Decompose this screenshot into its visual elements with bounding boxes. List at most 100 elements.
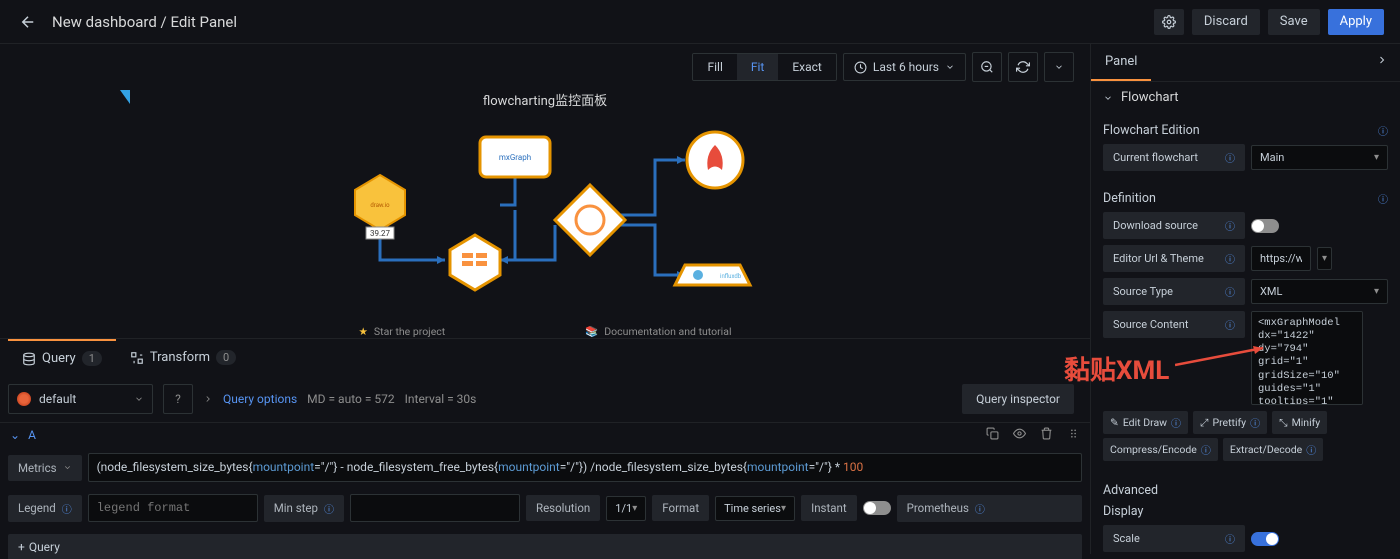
docs-link[interactable]: 📚Documentation and tutorial [585, 325, 731, 338]
plus-icon: + [18, 540, 25, 554]
info-icon[interactable]: ⓘ [62, 501, 72, 516]
node-value: 39.27 [370, 229, 391, 238]
time-range-label: Last 6 hours [873, 60, 939, 74]
refresh-button[interactable] [1008, 52, 1038, 82]
md-meta: MD = auto = 572 [307, 392, 394, 406]
star-icon: ★ [358, 325, 367, 338]
refresh-interval-button[interactable] [1044, 52, 1074, 82]
resolution-select[interactable]: 1/1▾ [606, 496, 646, 521]
app-header: New dashboard / Edit Panel Discard Save … [0, 0, 1400, 44]
advanced-header: Advanced [1103, 477, 1388, 504]
metrics-label: Metrics [8, 455, 82, 481]
query-fields-row2: Legendⓘ Min stepⓘ Resolution 1/1▾ Format… [0, 488, 1090, 528]
current-flowchart-label: Current flowchartⓘ [1103, 144, 1245, 171]
tab-query[interactable]: Query 1 [8, 339, 116, 376]
discard-button[interactable]: Discard [1192, 9, 1260, 35]
legend-input[interactable] [88, 494, 258, 522]
apply-button[interactable]: Apply [1328, 9, 1384, 35]
chevron-down-icon [134, 394, 144, 404]
back-icon[interactable] [16, 10, 40, 34]
info-icon[interactable]: ⓘ [1250, 415, 1260, 430]
svg-text:influxdb: influxdb [720, 273, 742, 280]
extract-decode-button[interactable]: Extract/Decodeⓘ [1223, 438, 1323, 461]
datasource-help-button[interactable]: ? [163, 384, 193, 414]
star-project-link[interactable]: ★Star the project [358, 325, 445, 338]
zoom-out-button[interactable] [972, 52, 1002, 82]
prometheus-icon [17, 392, 31, 406]
collapse-toggle[interactable]: ⌄ [10, 428, 20, 442]
instant-toggle[interactable] [863, 501, 891, 515]
info-icon[interactable]: ⓘ [975, 501, 985, 516]
zoom-out-icon [980, 60, 994, 74]
query-options-link[interactable]: Query options [223, 392, 297, 406]
compress-encode-button[interactable]: Compress/Encodeⓘ [1103, 438, 1218, 461]
info-icon[interactable]: ⓘ [1225, 317, 1235, 332]
info-icon[interactable]: ⓘ [1378, 123, 1388, 138]
exact-button[interactable]: Exact [778, 54, 836, 80]
drag-handle-icon[interactable] [1067, 427, 1080, 443]
tab-transform[interactable]: Transform 0 [116, 339, 250, 376]
time-range-button[interactable]: Last 6 hours [843, 53, 966, 81]
chevron-down-icon [63, 463, 72, 472]
duplicate-icon[interactable] [986, 427, 999, 443]
minstep-input[interactable] [350, 494, 520, 522]
chevron-right-icon[interactable] [203, 394, 213, 404]
edition-header: Flowchart Editionⓘ [1103, 117, 1388, 144]
display-header: Display [1103, 504, 1388, 525]
current-flowchart-select[interactable]: Main▾ [1251, 145, 1388, 170]
panel-corner-marker [120, 90, 130, 104]
info-icon[interactable]: ⓘ [1306, 442, 1316, 457]
info-icon[interactable]: ⓘ [1225, 150, 1235, 165]
delete-icon[interactable] [1040, 427, 1053, 443]
info-icon[interactable]: ⓘ [1225, 218, 1235, 233]
compress-icon: ⤡ [1279, 416, 1287, 430]
fit-button[interactable]: Fit [737, 54, 778, 80]
info-icon[interactable]: ⓘ [1225, 251, 1235, 266]
query-letter[interactable]: A [28, 428, 986, 442]
breadcrumb-title: New dashboard / Edit Panel [52, 13, 237, 31]
info-icon[interactable]: ⓘ [1225, 284, 1235, 299]
info-icon[interactable]: ⓘ [1378, 191, 1388, 206]
collapse-sidebar-button[interactable] [1364, 44, 1400, 81]
clock-icon [854, 61, 867, 74]
info-icon[interactable]: ⓘ [1225, 531, 1235, 546]
database-icon [22, 352, 36, 366]
legend-label: Legendⓘ [8, 495, 82, 522]
add-query-button[interactable]: +Query [8, 534, 1082, 559]
fill-button[interactable]: Fill [693, 54, 736, 80]
scale-toggle[interactable] [1251, 532, 1279, 546]
editor-url-label: Editor Url & Themeⓘ [1103, 245, 1245, 272]
toggle-visibility-icon[interactable] [1013, 427, 1026, 443]
info-icon[interactable]: ⓘ [1171, 415, 1181, 430]
info-icon[interactable]: ⓘ [1201, 442, 1211, 457]
resolution-label: Resolution [526, 495, 600, 521]
info-icon[interactable]: ⓘ [324, 501, 334, 516]
query-inspector-button[interactable]: Query inspector [962, 384, 1074, 414]
metrics-input[interactable]: (node_filesystem_size_bytes{mountpoint="… [88, 453, 1082, 482]
editor-url-input[interactable] [1251, 246, 1311, 271]
prettify-button[interactable]: ⤢Prettifyⓘ [1193, 411, 1267, 434]
panel-tabs: Panel [1091, 44, 1400, 82]
download-source-toggle[interactable] [1251, 219, 1279, 233]
left-pane: Fill Fit Exact Last 6 hours flowcharting… [0, 44, 1091, 554]
save-button[interactable]: Save [1268, 9, 1320, 35]
theme-select[interactable]: ▾ [1317, 247, 1332, 270]
source-type-select[interactable]: XML▾ [1251, 279, 1388, 304]
chevron-right-icon [1376, 54, 1388, 66]
minify-button[interactable]: ⤡Minify [1272, 411, 1327, 434]
section-flowchart[interactable]: Flowchart [1091, 82, 1400, 113]
expand-icon: ⤢ [1200, 416, 1208, 430]
interval-meta: Interval = 30s [405, 392, 477, 406]
flowchart-canvas[interactable]: draw.io 39.27 mxGraph influxdb [320, 115, 770, 315]
datasource-select[interactable]: default [8, 384, 153, 414]
chevron-down-icon [945, 62, 955, 72]
lower-tabs: Query 1 Transform 0 [0, 338, 1090, 376]
source-content-textarea[interactable] [1251, 311, 1363, 405]
tab-panel[interactable]: Panel [1091, 44, 1151, 81]
definition-header: Definitionⓘ [1103, 185, 1388, 212]
source-content-label: Source Contentⓘ [1103, 311, 1245, 338]
format-select[interactable]: Time series▾ [715, 496, 795, 521]
source-type-label: Source Typeⓘ [1103, 278, 1245, 305]
edit-draw-button[interactable]: ✎Edit Drawⓘ [1103, 411, 1188, 434]
settings-icon-button[interactable] [1154, 9, 1184, 35]
